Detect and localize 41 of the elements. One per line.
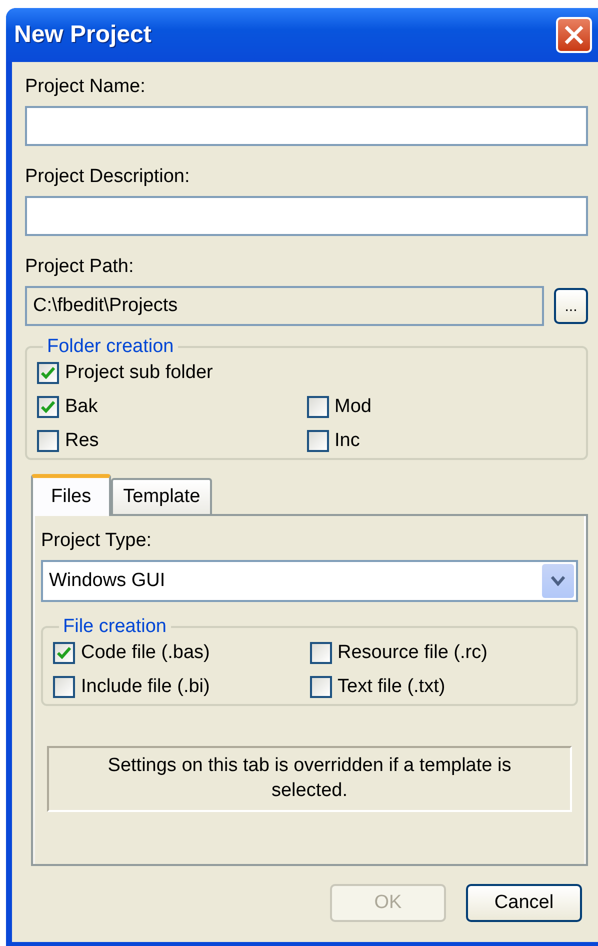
checkbox-label: Text file (.txt) xyxy=(338,676,446,698)
input-field[interactable] xyxy=(25,196,588,236)
path-field[interactable]: C:\fbedit\Projects xyxy=(25,286,544,326)
checkbox[interactable] xyxy=(306,396,328,418)
input-field[interactable] xyxy=(25,106,588,146)
field-label: Project Path: xyxy=(25,256,135,278)
checkbox[interactable] xyxy=(37,396,59,418)
checkbox[interactable] xyxy=(306,430,328,452)
checkbox[interactable] xyxy=(310,642,332,664)
checkbox[interactable] xyxy=(53,642,75,664)
checkbox-label: Resource file (.rc) xyxy=(338,642,488,664)
check-icon xyxy=(41,367,55,379)
field-label: Project Description: xyxy=(25,166,191,188)
group-title: Folder creation xyxy=(46,336,175,358)
field-label: Project Type: xyxy=(41,530,153,552)
browse-button[interactable]: ... xyxy=(554,288,588,324)
project-type-dropdown[interactable]: Windows GUI xyxy=(41,560,578,602)
close-icon xyxy=(563,24,585,46)
checkbox[interactable] xyxy=(53,676,75,698)
field-label: Project Name: xyxy=(25,76,146,98)
chevron-down-icon xyxy=(551,576,565,586)
info-note: Settings on this tab is overridden if a template is selected. xyxy=(47,746,572,812)
checkbox-label: Inc xyxy=(334,430,360,452)
checkbox-label: Res xyxy=(65,430,99,452)
window-title: New Project xyxy=(14,21,152,49)
tab[interactable]: Files xyxy=(31,474,112,516)
tab[interactable]: Template xyxy=(111,478,212,514)
group-title: File creation xyxy=(62,616,168,638)
checkbox-label: Mod xyxy=(334,396,372,418)
checkbox-label: Code file (.bas) xyxy=(81,642,210,664)
checkbox[interactable] xyxy=(310,676,332,698)
close-button[interactable] xyxy=(556,17,592,53)
dialog-button[interactable]: Cancel xyxy=(466,884,582,922)
checkbox[interactable] xyxy=(37,362,59,384)
checkbox-label: Include file (.bi) xyxy=(81,676,210,698)
checkbox[interactable] xyxy=(37,430,59,452)
check-icon xyxy=(57,647,71,659)
checkbox-label: Bak xyxy=(65,396,98,418)
check-icon xyxy=(41,401,55,413)
checkbox-label: Project sub folder xyxy=(65,362,213,384)
dropdown-button[interactable] xyxy=(542,564,574,598)
